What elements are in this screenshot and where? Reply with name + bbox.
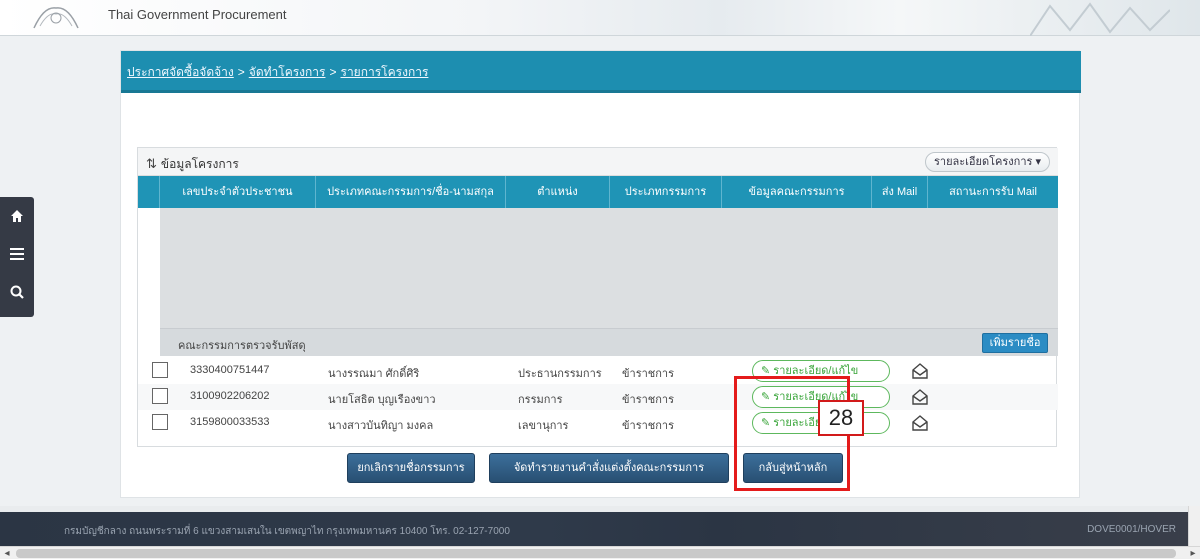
row-checkbox[interactable] [152, 388, 168, 404]
header-send-mail: ส่ง Mail [872, 176, 928, 208]
site-title: Thai Government Procurement [108, 7, 287, 22]
panel-title: ⇅ ข้อมูลโครงการ [146, 155, 239, 174]
breadcrumb: ประกาศจัดซื้อจัดจ้าง > จัดทำโครงการ > รายการ… [121, 51, 1081, 93]
table-row: 3100902206202 นายโสธิต บุญเรืองขาว กรรมก… [138, 384, 1058, 410]
section-title: คณะกรรมการตรวจรับพัสดุ [178, 340, 306, 352]
header-position: ตำแหน่ง [506, 176, 610, 208]
add-name-button[interactable]: เพิ่มรายชื่อ [982, 333, 1048, 353]
member-name: นางสาวบันทิญา มงคล [328, 420, 434, 432]
row-checkbox[interactable] [152, 362, 168, 378]
member-name: นางรรณมา ศักดิ์ศิริ [328, 368, 420, 380]
search-icon[interactable] [0, 273, 34, 311]
scroll-right-arrow-icon[interactable]: ▸ [1186, 547, 1200, 559]
row-checkbox[interactable] [152, 414, 168, 430]
citizen-id: 3100902206202 [190, 390, 270, 402]
breadcrumb-item-procurement[interactable]: ประกาศจัดซื้อจัดจ้าง [127, 65, 234, 79]
inspection-committee-section-header: คณะกรรมการตรวจรับพัสดุ เพิ่มรายชื่อ [160, 328, 1058, 356]
member-position: ประธานกรรมการ [518, 368, 602, 380]
header-citizen-id: เลขประจำตัวประชาชน [160, 176, 316, 208]
side-navigation [0, 197, 34, 317]
scroll-left-arrow-icon[interactable]: ◂ [0, 547, 14, 559]
breadcrumb-separator: > [329, 65, 337, 79]
header-name: ประเภทคณะกรรมการ/ชื่อ-นามสกุล [316, 176, 506, 208]
footer-address: กรมบัญชีกลาง ถนนพระรามที่ 6 แขวงสามเสนใน… [64, 526, 510, 537]
breadcrumb-item-create-project[interactable]: จัดทำโครงการ [249, 65, 326, 79]
print-appointment-order-button[interactable]: จัดทำรายงานคำสั่งแต่งตั้งคณะกรรมการ [489, 453, 729, 483]
project-detail-dropdown[interactable]: รายละเอียดโครงการ ▾ [924, 152, 1050, 172]
header-mail-status: สถานะการรับ Mail [949, 186, 1037, 198]
page-footer: กรมบัญชีกลาง ถนนพระรามที่ 6 แขวงสามเสนใน… [0, 512, 1200, 546]
vertical-scrollbar[interactable] [1188, 506, 1200, 546]
table-row: 3159800033533 นางสาวบันทิญา มงคล เลขานุก… [138, 410, 1058, 436]
sort-icon: ⇅ [146, 156, 157, 171]
citizen-id: 3159800033533 [190, 416, 270, 428]
home-icon[interactable] [0, 197, 34, 235]
government-emblem-logo [33, 7, 79, 29]
panel-header: ⇅ ข้อมูลโครงการ รายละเอียดโครงการ ▾ [138, 148, 1058, 176]
panel-title-text: ข้อมูลโครงการ [160, 157, 239, 171]
member-type: ข้าราชการ [622, 394, 674, 406]
top-header: Thai Government Procurement [0, 0, 1200, 36]
menu-icon[interactable] [0, 235, 34, 273]
footer-code: DOVE0001/HOVER [1087, 524, 1176, 535]
member-position: กรรมการ [518, 394, 563, 406]
citizen-id: 3330400751447 [190, 364, 270, 376]
cancel-committee-button[interactable]: ยกเลิกรายชื่อกรรมการ [347, 453, 475, 483]
scrollbar-thumb[interactable] [16, 549, 1176, 558]
member-type: ข้าราชการ [622, 420, 674, 432]
table-row: 3330400751447 นางรรณมา ศักดิ์ศิริ ประธาน… [138, 358, 1058, 384]
send-mail-icon[interactable] [910, 413, 930, 433]
breadcrumb-separator: > [237, 65, 245, 79]
annotation-step-number: 28 [818, 400, 864, 436]
committee-table-header: เลขประจำตัวประชาชน ประเภทคณะกรรมการ/ชื่อ… [138, 176, 1058, 208]
member-position: เลขานุการ [518, 420, 569, 432]
main-content-card: ประกาศจัดซื้อจัดจ้าง > จัดทำโครงการ > รายการ… [120, 50, 1081, 498]
header-committee-info: ข้อมูลคณะกรรมการ [722, 176, 872, 208]
send-mail-icon[interactable] [910, 387, 930, 407]
project-info-panel: ⇅ ข้อมูลโครงการ รายละเอียดโครงการ ▾ เลขปร… [137, 147, 1058, 447]
member-type: ข้าราชการ [622, 368, 674, 380]
horizontal-scrollbar[interactable]: ◂ ▸ [0, 546, 1200, 559]
member-name: นายโสธิต บุญเรืองขาว [328, 394, 436, 406]
action-button-row: ยกเลิกรายชื่อกรรมการ จัดทำรายงานคำสั่งแต… [121, 453, 1081, 485]
breadcrumb-item-project-list[interactable]: รายการโครงการ [341, 65, 429, 79]
empty-table-area [160, 208, 1058, 328]
header-committee-type: ประเภทกรรมการ [610, 176, 722, 208]
send-mail-icon[interactable] [910, 361, 930, 381]
header-checkbox-col [138, 176, 160, 208]
header-decoration [1030, 2, 1170, 36]
